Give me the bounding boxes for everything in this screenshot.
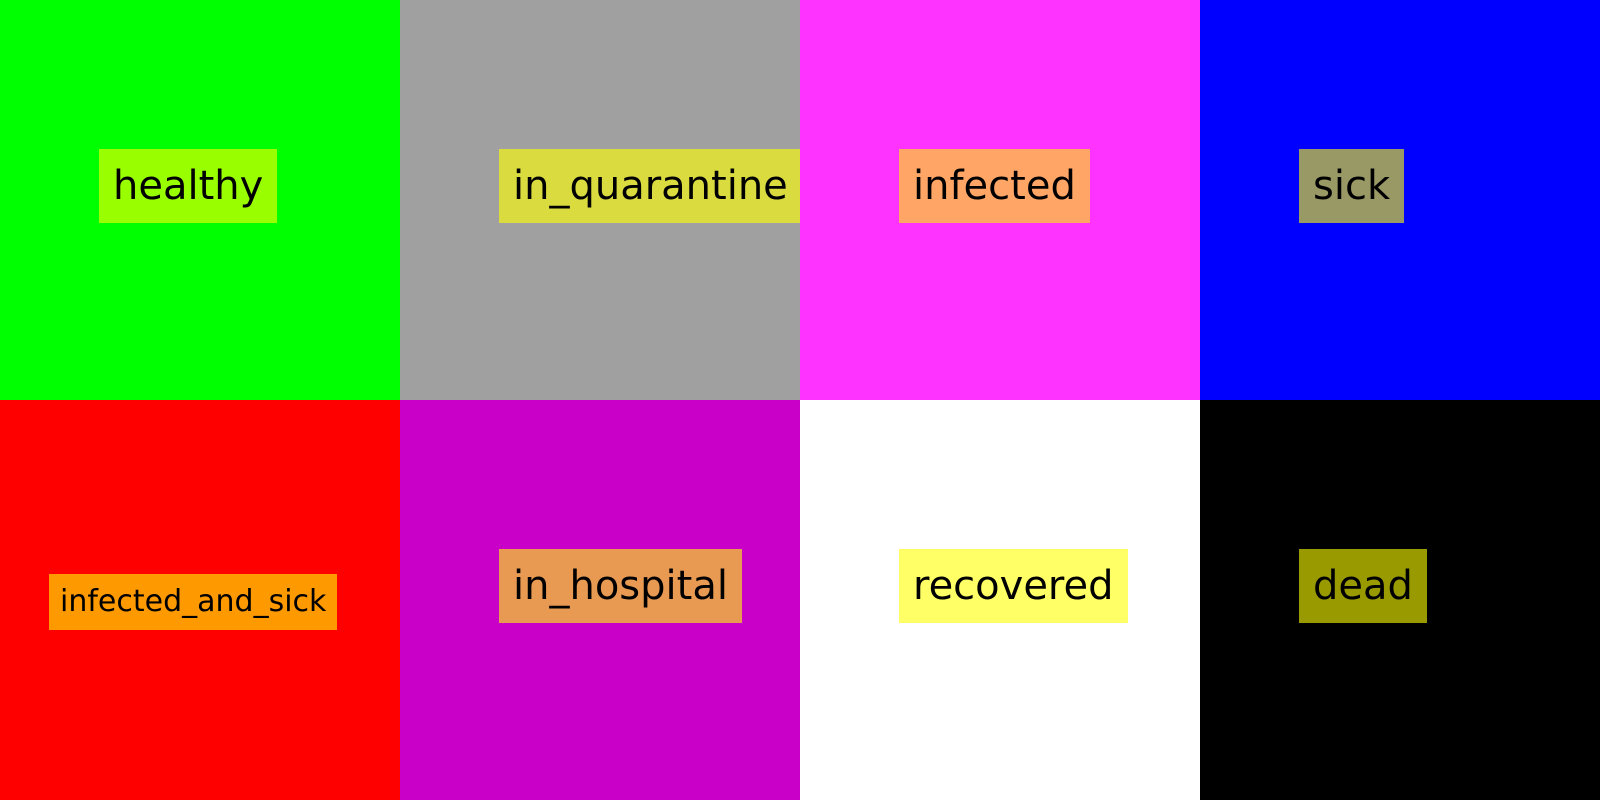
in-quarantine-cell: in_quarantine	[400, 0, 802, 400]
sick-label: sick	[1299, 149, 1405, 223]
healthy-cell: healthy	[0, 0, 400, 400]
dead-label: dead	[1299, 549, 1427, 623]
infected-cell: infected	[800, 0, 1200, 400]
healthy-label: healthy	[99, 149, 278, 223]
infected-and-sick-cell: infected_and_sick	[0, 400, 400, 800]
infected-label: infected	[899, 149, 1090, 223]
color-legend-grid: healthy in_quarantine infected sick infe…	[0, 0, 1600, 800]
in-quarantine-label: in_quarantine	[499, 149, 802, 223]
infected-and-sick-label: infected_and_sick	[49, 574, 338, 630]
recovered-cell: recovered	[800, 400, 1200, 800]
in-hospital-label: in_hospital	[499, 549, 742, 623]
dead-cell: dead	[1200, 400, 1600, 800]
sick-cell: sick	[1200, 0, 1600, 400]
recovered-label: recovered	[899, 549, 1128, 623]
in-hospital-cell: in_hospital	[400, 400, 800, 800]
